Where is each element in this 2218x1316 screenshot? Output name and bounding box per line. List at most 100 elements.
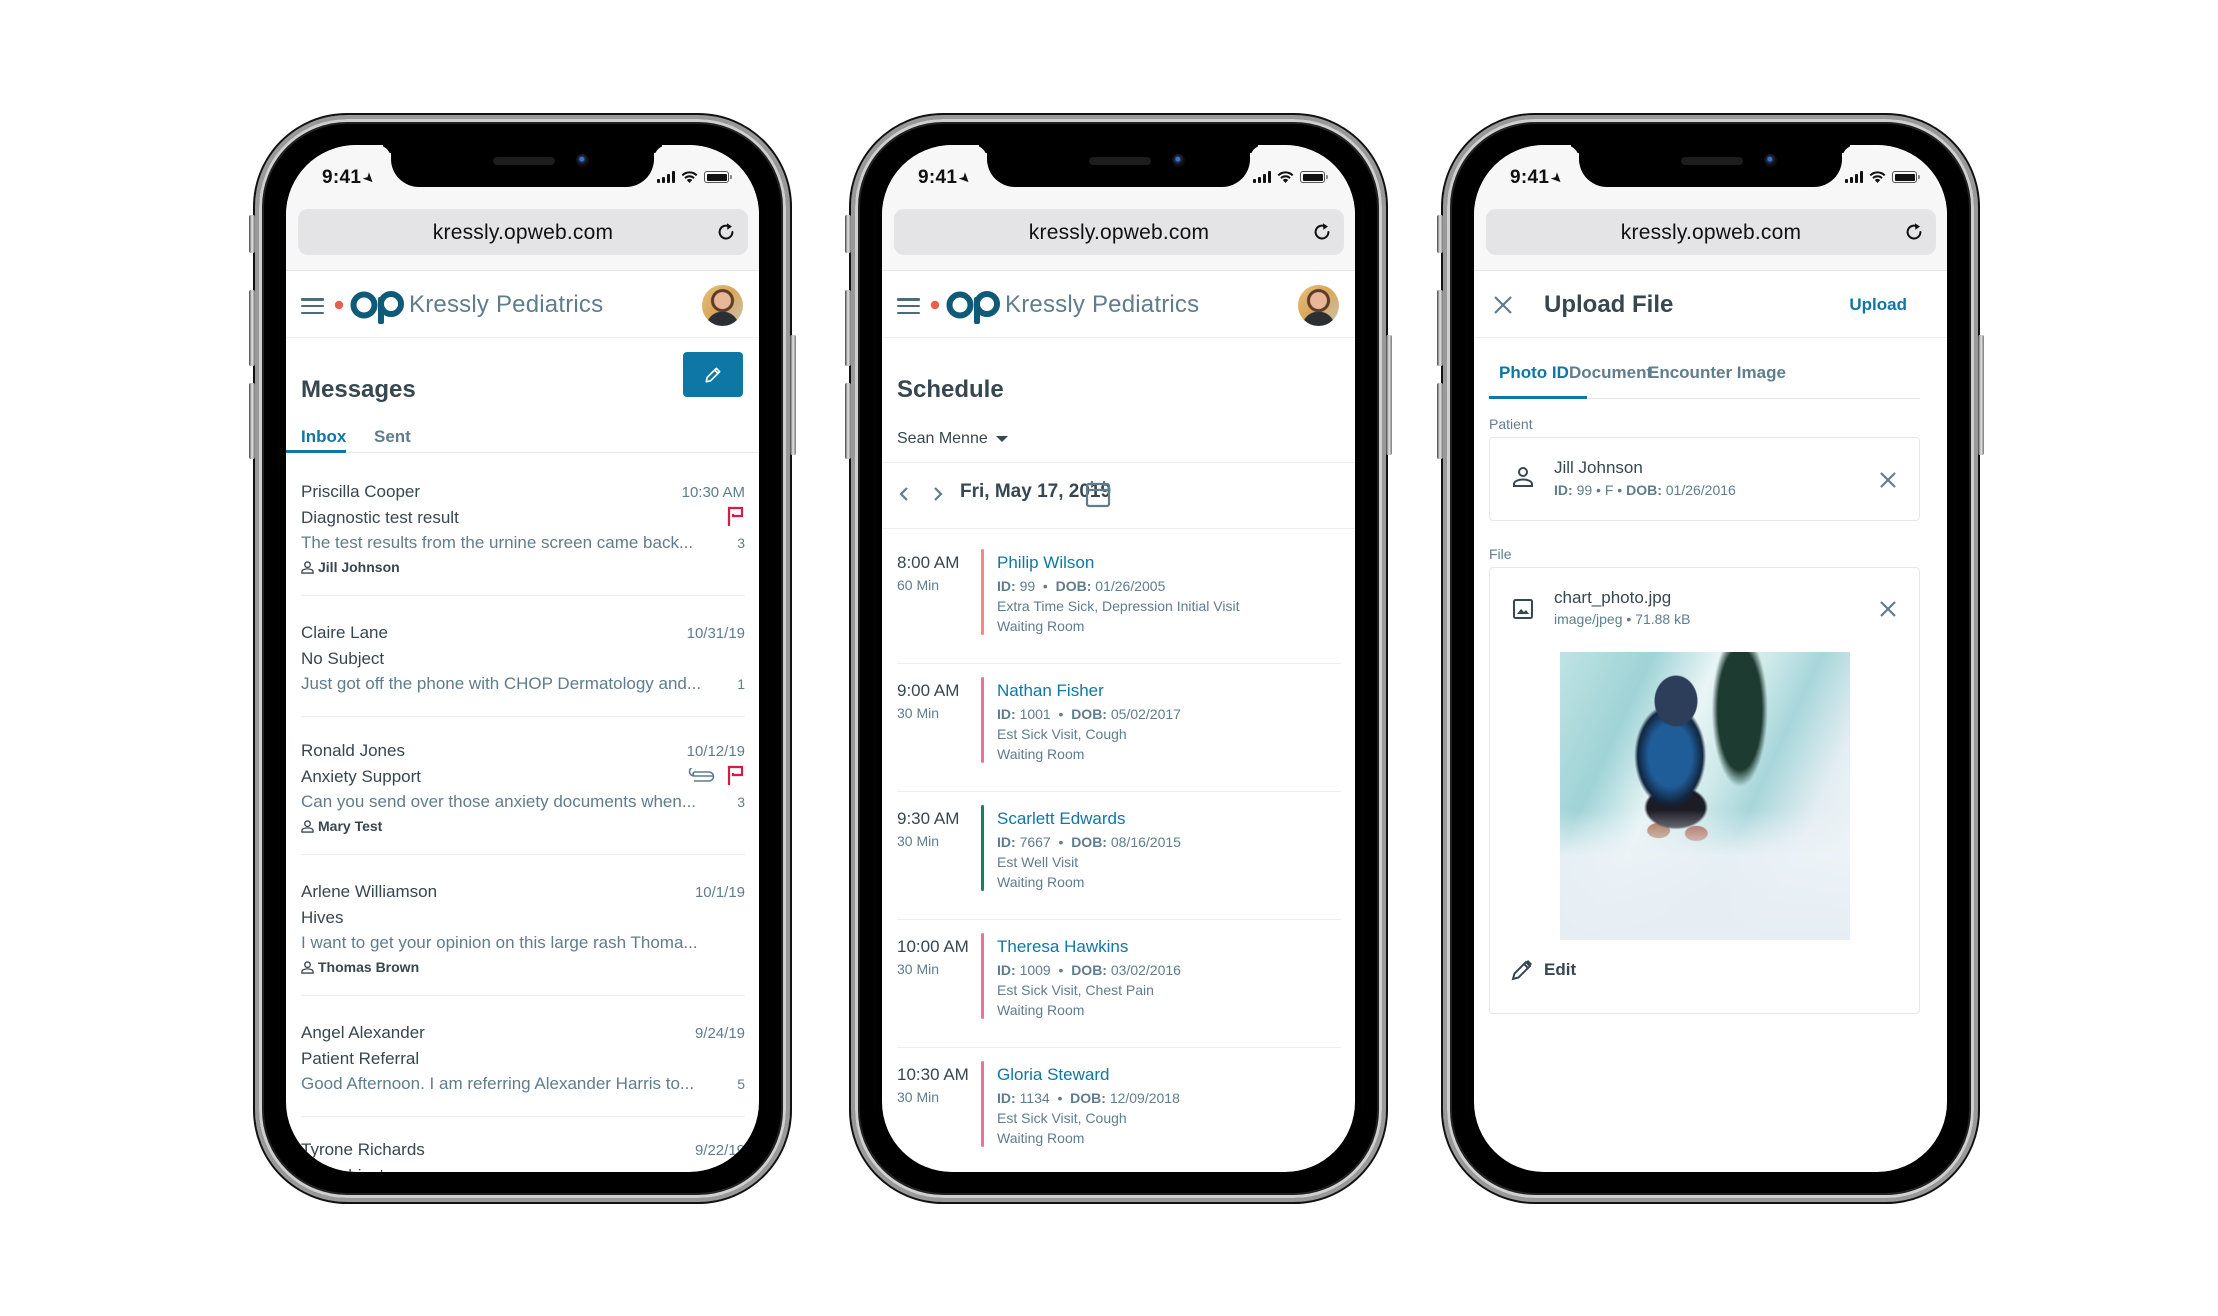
appointment-duration: 60 Min — [897, 577, 940, 593]
status-time: 9:41➤ — [918, 167, 976, 189]
tab-inbox[interactable]: Inbox — [301, 427, 346, 447]
browser-bar: kressly.opweb.com — [286, 205, 759, 271]
appointment-item[interactable]: 8:00 AM 60 Min Philip Wilson ID: 99 • DO… — [897, 549, 1341, 664]
user-avatar[interactable] — [1298, 285, 1339, 326]
app-header: Kressly Pediatrics — [882, 271, 1355, 338]
message-item[interactable]: Arlene Williamson 10/1/19 Hives I want t… — [301, 882, 745, 996]
message-patient: Mary Test — [301, 818, 382, 834]
mute-switch — [1437, 215, 1443, 253]
tab-document[interactable]: Document — [1569, 363, 1652, 383]
wifi-icon — [1869, 171, 1886, 183]
file-details: image/jpeg • 71.88 kB — [1554, 611, 1691, 627]
browser-bar: kressly.opweb.com — [882, 205, 1355, 271]
message-preview: Just got off the phone with CHOP Dermato… — [301, 674, 702, 693]
appointment-item[interactable]: 10:00 AM 30 Min Theresa Hawkins ID: 1009… — [897, 933, 1341, 1048]
visit-location: Waiting Room — [997, 1002, 1085, 1018]
menu-icon[interactable] — [897, 298, 920, 314]
flag-icon[interactable] — [727, 765, 745, 785]
message-patient: Jill Johnson — [301, 559, 400, 575]
chevron-right-icon[interactable] — [928, 484, 948, 504]
patient-name-link[interactable]: Philip Wilson — [997, 553, 1094, 573]
upload-button[interactable]: Upload — [1849, 295, 1907, 315]
url-text: kressly.opweb.com — [432, 221, 614, 244]
message-patient: Thomas Brown — [301, 959, 419, 975]
patient-name-link[interactable]: Nathan Fisher — [997, 681, 1104, 701]
appointment-color-bar — [981, 677, 984, 763]
person-icon — [301, 560, 314, 574]
screen: 9:41➤ kressly.opweb.com Kressly Pediatri… — [882, 145, 1355, 1172]
url-field[interactable]: kressly.opweb.com — [894, 209, 1344, 255]
visit-reason: Extra Time Sick, Depression Initial Visi… — [997, 598, 1240, 614]
image-icon — [1513, 599, 1533, 619]
power-button — [1978, 335, 1984, 455]
appointment-color-bar — [981, 805, 984, 891]
message-preview: Can you send over those anxiety document… — [301, 792, 697, 811]
attachment-icon — [688, 768, 715, 782]
message-preview: I want to get your opinion on this large… — [301, 933, 698, 952]
provider-dropdown[interactable]: Sean Menne — [897, 430, 1008, 448]
compose-button[interactable] — [683, 352, 743, 397]
reload-icon[interactable] — [1311, 221, 1333, 243]
upload-header: Upload File Upload — [1474, 271, 1947, 338]
patient-name: Jill Johnson — [1554, 458, 1643, 477]
op-logo — [930, 289, 1000, 324]
brand-name: Kressly Pediatrics — [1005, 291, 1200, 318]
appointment-item[interactable]: 9:30 AM 30 Min Scarlett Edwards ID: 7667… — [897, 805, 1341, 920]
close-icon[interactable] — [1492, 294, 1514, 316]
phone-schedule: 9:41➤ kressly.opweb.com Kressly Pediatri… — [845, 115, 1392, 1202]
appointment-item[interactable]: 10:30 AM 30 Min Gloria Steward ID: 1134 … — [897, 1061, 1341, 1172]
provider-name: Sean Menne — [897, 430, 988, 447]
patient-card: Jill Johnson ID: 99 • F • DOB: 01/26/201… — [1489, 437, 1920, 521]
notch — [391, 145, 654, 187]
volume-up-button — [845, 290, 851, 366]
caret-down-icon — [995, 436, 1008, 442]
patient-name-link[interactable]: Gloria Steward — [997, 1065, 1109, 1085]
url-field[interactable]: kressly.opweb.com — [1486, 209, 1936, 255]
menu-icon[interactable] — [301, 298, 324, 314]
appointment-duration: 30 Min — [897, 705, 940, 721]
edit-label: Edit — [1544, 960, 1577, 979]
message-tabs: Inbox Sent — [286, 407, 759, 453]
patient-name-link[interactable]: Theresa Hawkins — [997, 937, 1128, 957]
patient-meta: ID: 1134 • DOB: 12/09/2018 — [997, 1090, 1180, 1106]
message-item[interactable]: Claire Lane 10/31/19 No Subject Just got… — [301, 623, 745, 717]
message-item[interactable]: Ronald Jones 10/12/19 Anxiety Support Ca… — [301, 741, 745, 855]
message-item[interactable]: Tyrone Richards 9/22/19 No Subject — [301, 1140, 745, 1172]
patient-name-link[interactable]: Scarlett Edwards — [997, 809, 1126, 829]
appointment-item[interactable]: 9:00 AM 30 Min Nathan Fisher ID: 1001 • … — [897, 677, 1341, 792]
page-title: Schedule — [897, 376, 1004, 403]
person-icon — [301, 819, 314, 833]
volume-down-button — [249, 383, 255, 459]
user-avatar[interactable] — [702, 285, 743, 326]
calendar-icon[interactable] — [1085, 480, 1111, 508]
message-item[interactable]: Angel Alexander 9/24/19 Patient Referral… — [301, 1023, 745, 1117]
message-item[interactable]: Priscilla Cooper 10:30 AM Diagnostic tes… — [301, 482, 745, 596]
tab-encounter-image[interactable]: Encounter Image — [1648, 363, 1786, 383]
remove-file-icon[interactable] — [1877, 598, 1899, 620]
reload-icon[interactable] — [1903, 221, 1925, 243]
remove-patient-icon[interactable] — [1877, 469, 1899, 491]
patient-label: Patient — [1489, 416, 1533, 432]
appointment-time: 8:00 AM — [897, 553, 960, 572]
message-subject: No Subject — [301, 649, 385, 668]
battery-icon — [1300, 171, 1328, 183]
url-field[interactable]: kressly.opweb.com — [298, 209, 748, 255]
active-tab-indicator — [286, 450, 346, 453]
flag-icon[interactable] — [727, 506, 745, 526]
url-text: kressly.opweb.com — [1028, 221, 1210, 244]
message-subject: Patient Referral — [301, 1049, 420, 1068]
appointment-duration: 30 Min — [897, 961, 940, 977]
cellular-signal-icon — [1253, 171, 1271, 183]
reload-icon[interactable] — [715, 221, 737, 243]
mute-switch — [845, 215, 851, 253]
screen: 9:41➤ kressly.opweb.com Kressly Pediatri… — [286, 145, 759, 1172]
file-label: File — [1489, 546, 1512, 562]
tab-sent[interactable]: Sent — [374, 427, 411, 447]
chevron-left-icon[interactable] — [894, 484, 914, 504]
message-date: 9/22/19 — [694, 1142, 745, 1159]
phone-upload: 9:41➤ kressly.opweb.com Upload File Uplo… — [1437, 115, 1984, 1202]
tab-photo-id[interactable]: Photo ID — [1499, 363, 1569, 383]
edit-button[interactable]: Edit — [1510, 958, 1576, 982]
visit-location: Waiting Room — [997, 746, 1085, 762]
appointment-color-bar — [981, 1061, 984, 1147]
